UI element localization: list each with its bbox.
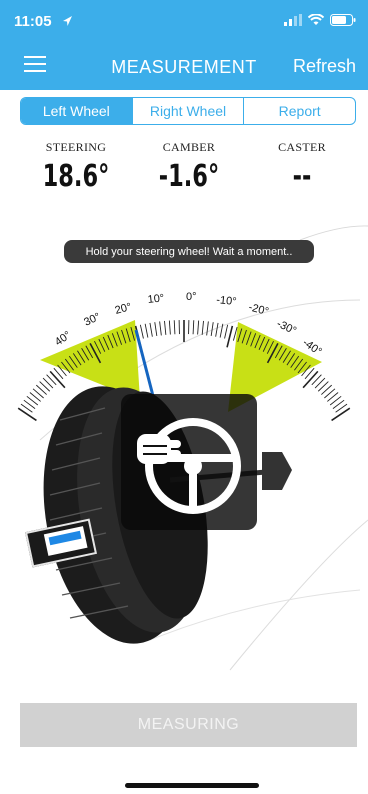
background-arc <box>229 519 368 671</box>
gauge-tick <box>159 321 162 336</box>
gauge-tick <box>224 324 229 339</box>
gauge-tick <box>149 322 153 337</box>
gauge-tick <box>192 320 195 335</box>
steering-wheel-icon <box>137 418 241 514</box>
steering-hold-overlay <box>121 394 257 530</box>
tick-label: 40° <box>53 329 74 348</box>
gauge-tick <box>226 325 234 348</box>
gauge-tick <box>154 322 158 337</box>
tick-label: -20° <box>247 301 270 318</box>
gauge-tick <box>17 407 37 422</box>
tick-label: 0° <box>186 291 197 303</box>
gauge-tick <box>168 320 171 335</box>
gauge-tick <box>173 320 176 335</box>
tick-label: 20° <box>114 301 133 317</box>
measuring-button[interactable]: MEASURING <box>20 703 357 747</box>
gauge-tick <box>302 370 319 389</box>
home-indicator[interactable] <box>125 783 259 788</box>
gauge-tick <box>139 324 144 339</box>
gauge-tick <box>49 370 66 389</box>
gauge-tick <box>144 323 149 338</box>
hold-wheel-toast: Hold your steering wheel! Wait a moment.… <box>64 240 314 263</box>
gauge-tick <box>206 321 209 336</box>
gauge-tick <box>201 320 204 335</box>
suspension-icon <box>262 452 292 490</box>
gauge-tick <box>331 407 351 422</box>
gauge-tick <box>197 320 200 335</box>
gauge-tick <box>164 320 167 335</box>
tick-label: -30° <box>275 318 298 337</box>
background-arc <box>299 225 368 241</box>
gauge-tick <box>215 322 219 337</box>
tick-label: 10° <box>147 292 165 306</box>
tick-label: -10° <box>216 294 237 308</box>
tick-label: 30° <box>82 311 102 329</box>
